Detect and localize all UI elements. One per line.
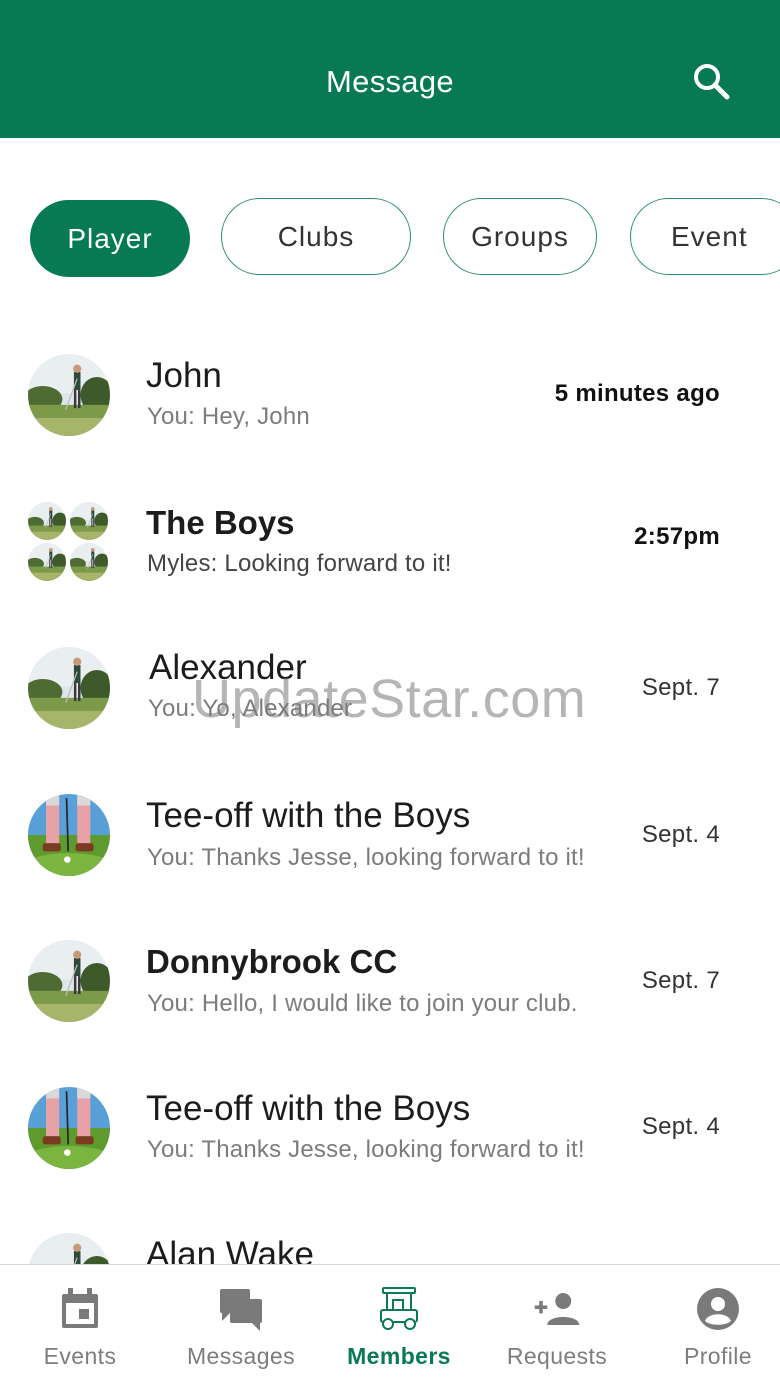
conversation-name: Tee-off with the Boys [146, 796, 471, 835]
nav-label: Requests [506, 1343, 608, 1369]
nav-events[interactable]: Events [20, 1265, 140, 1387]
conversation-preview: Myles: Looking forward to it! [147, 550, 452, 577]
conversation-time: Sept. 7 [641, 967, 720, 994]
avatar [70, 502, 108, 540]
conversation-preview: You: Hello, I would like to join your cl… [147, 990, 578, 1017]
conversation-row[interactable]: Tee-off with the Boys You: Thanks Jesse,… [0, 1070, 780, 1216]
avatar [28, 1087, 110, 1169]
conversation-preview: You: Thanks Jesse, looking forward to it… [147, 1136, 585, 1163]
conversation-row[interactable]: Alexander You: Yo, Alexander Sept. 7 [0, 632, 780, 778]
nav-label: Messages [186, 1343, 296, 1369]
avatar [28, 354, 110, 436]
account-circle-icon [694, 1285, 742, 1333]
conversation-preview: You: Hey, John [147, 403, 310, 430]
conversation-name: Alan Wake [146, 1235, 314, 1264]
search-button[interactable] [688, 58, 734, 104]
nav-requests[interactable]: Requests [496, 1265, 618, 1387]
conversation-time: Sept. 4 [641, 821, 720, 848]
tab-event[interactable]: Event [630, 198, 780, 275]
calendar-icon [56, 1285, 104, 1333]
avatar [28, 1233, 110, 1264]
tab-player[interactable]: Player [30, 200, 190, 277]
nav-members[interactable]: Members [338, 1265, 460, 1387]
conversation-name: John [146, 356, 222, 395]
app-header: Message [0, 0, 780, 138]
conversation-name: Alexander [149, 648, 307, 687]
conversation-time: Sept. 4 [641, 1113, 720, 1140]
conversation-name: Tee-off with the Boys [146, 1089, 471, 1128]
nav-profile[interactable]: Profile [660, 1265, 776, 1387]
nav-label: Members [347, 1343, 451, 1369]
conversation-row[interactable]: John You: Hey, John 5 minutes ago [0, 340, 780, 486]
search-icon [694, 64, 730, 100]
group-avatar [28, 502, 110, 584]
avatar [28, 940, 110, 1022]
avatar [28, 543, 66, 581]
nav-label: Events [43, 1343, 117, 1369]
conversation-name: The Boys [146, 504, 295, 541]
nav-messages[interactable]: Messages [170, 1265, 312, 1387]
page-title: Message [326, 64, 454, 99]
add-person-icon [533, 1285, 581, 1333]
conversation-row[interactable]: Tee-off with the Boys You: Thanks Jesse,… [0, 778, 780, 924]
chat-bubbles-icon [217, 1285, 265, 1333]
bottom-nav: Events Messages Members Requests Profile [0, 1264, 780, 1387]
conversation-time: 5 minutes ago [554, 380, 720, 407]
avatar [70, 543, 108, 581]
conversation-row[interactable]: Donnybrook CC You: Hello, I would like t… [0, 924, 780, 1070]
tab-groups[interactable]: Groups [443, 198, 597, 275]
nav-label: Profile [684, 1343, 752, 1369]
conversation-list: John You: Hey, John 5 minutes ago The Bo… [0, 300, 780, 1264]
avatar [28, 502, 66, 540]
tab-clubs[interactable]: Clubs [221, 198, 411, 275]
avatar [28, 647, 110, 729]
avatar [28, 794, 110, 876]
conversation-time: 2:57pm [634, 523, 720, 550]
conversation-row[interactable]: Alan Wake [0, 1216, 780, 1264]
conversation-preview: You: Yo, Alexander [148, 695, 353, 722]
golf-cart-icon [375, 1285, 423, 1333]
conversation-time: Sept. 7 [641, 674, 720, 701]
conversation-row[interactable]: The Boys Myles: Looking forward to it! 2… [0, 486, 780, 632]
conversation-preview: You: Thanks Jesse, looking forward to it… [147, 844, 585, 871]
conversation-name: Donnybrook CC [146, 943, 398, 980]
